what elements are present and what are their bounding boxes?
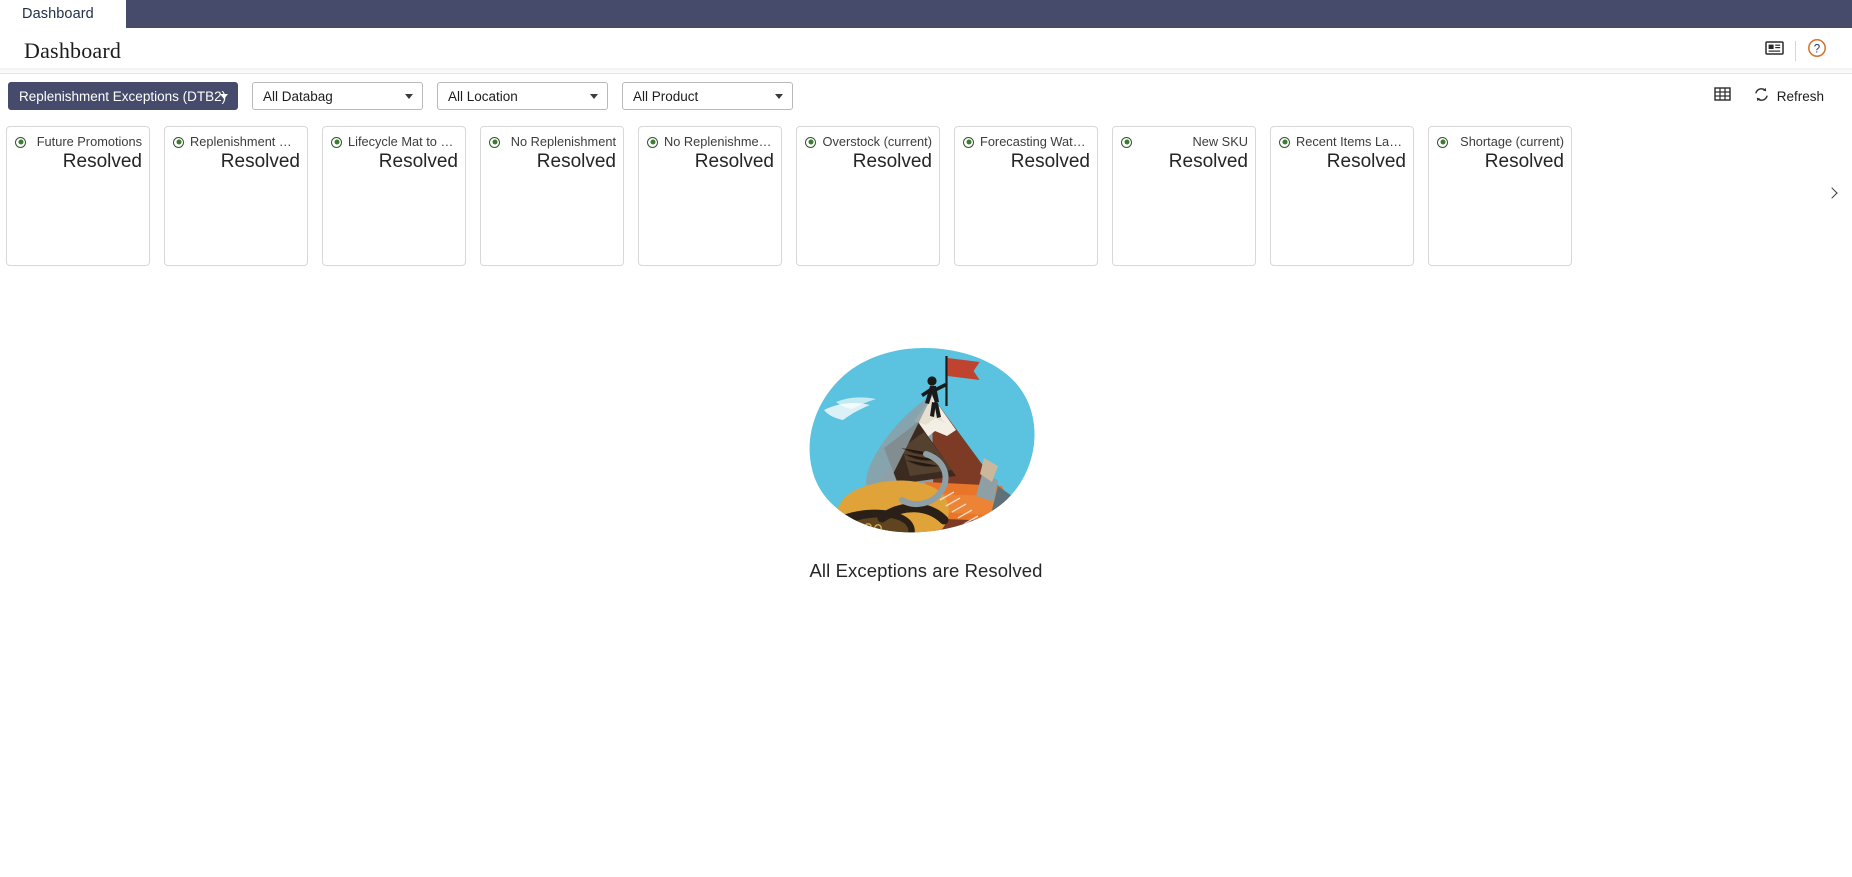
chevron-down-icon	[775, 94, 783, 99]
location-select-value: All Location	[448, 88, 518, 104]
exception-card-value: Resolved	[536, 151, 616, 172]
exception-card-header: Future Promotions	[15, 135, 142, 149]
mountain-climber-flag-illustration	[806, 336, 1046, 546]
exception-card[interactable]: No Replenishment … Resolved	[638, 126, 782, 266]
exception-card[interactable]: New SKU Resolved	[1112, 126, 1256, 266]
dashboard-select[interactable]: Replenishment Exceptions (DTB2)	[8, 82, 238, 110]
location-select[interactable]: All Location	[437, 82, 608, 110]
exception-card-header: No Replenishment	[489, 135, 616, 149]
status-resolved-icon	[805, 136, 816, 148]
exception-card[interactable]: Forecasting Watch-… Resolved	[954, 126, 1098, 266]
exception-card-value: Resolved	[1326, 151, 1406, 172]
exception-card-value: Resolved	[378, 151, 458, 172]
exception-card-header: Lifecycle Mat to EOL	[331, 135, 458, 149]
top-navigation-bar: Dashboard	[0, 0, 1852, 28]
exception-card[interactable]: Shortage (current) Resolved	[1428, 126, 1572, 266]
exception-card-header: Replenishment Wat…	[173, 135, 300, 149]
exception-card-value: Resolved	[220, 151, 300, 172]
status-resolved-icon	[1279, 136, 1290, 148]
status-resolved-icon	[1121, 136, 1132, 148]
exception-card[interactable]: Replenishment Wat… Resolved	[164, 126, 308, 266]
exception-card[interactable]: Future Promotions Resolved	[6, 126, 150, 266]
product-select-value: All Product	[633, 88, 699, 104]
status-resolved-icon	[331, 136, 342, 148]
exception-card-value: Resolved	[1484, 151, 1564, 172]
filter-toolbar-actions: Refresh	[1713, 85, 1838, 107]
exception-card-strip-container: Future Promotions Resolved Replenishment W…	[0, 118, 1852, 268]
exception-card-header: Shortage (current)	[1437, 135, 1564, 149]
page-title-bar: Dashboard ?	[0, 28, 1852, 73]
exception-card-value: Resolved	[694, 151, 774, 172]
exception-card-label: Shortage (current)	[1460, 135, 1564, 149]
chevron-down-icon	[405, 94, 413, 99]
page-title: Dashboard	[24, 37, 122, 63]
svg-text:?: ?	[1814, 43, 1820, 55]
status-resolved-icon	[15, 136, 26, 148]
news-button[interactable]	[1757, 34, 1791, 68]
empty-state: All Exceptions are Resolved	[0, 268, 1852, 877]
exception-card-strip: Future Promotions Resolved Replenishment W…	[0, 126, 1852, 268]
titlebar-divider	[1795, 40, 1796, 61]
exception-card-value: Resolved	[852, 151, 932, 172]
refresh-button[interactable]: Refresh	[1747, 85, 1830, 107]
exception-card-value: Resolved	[1010, 151, 1090, 172]
nav-tab-dashboard[interactable]: Dashboard	[0, 0, 126, 28]
chevron-right-icon	[1825, 187, 1838, 199]
exception-card[interactable]: Recent Items Launch Resolved	[1270, 126, 1414, 266]
chevron-down-icon	[220, 94, 228, 99]
status-resolved-icon	[489, 136, 500, 148]
exception-card-label: No Replenishment	[510, 135, 616, 149]
refresh-icon	[1753, 86, 1770, 106]
table-icon	[1714, 86, 1731, 107]
exception-card-label: No Replenishment …	[664, 135, 774, 149]
exception-card-label: New SKU	[1192, 135, 1248, 149]
status-resolved-icon	[963, 136, 974, 148]
table-view-button[interactable]	[1713, 86, 1733, 106]
filter-toolbar: Replenishment Exceptions (DTB2) All Data…	[0, 68, 1852, 118]
exception-card-label: Recent Items Launch	[1296, 135, 1406, 149]
status-resolved-icon	[173, 136, 184, 148]
status-resolved-icon	[647, 136, 658, 148]
product-select[interactable]: All Product	[622, 82, 793, 110]
refresh-label: Refresh	[1776, 88, 1824, 104]
help-button[interactable]: ?	[1800, 34, 1834, 68]
exception-card-value: Resolved	[62, 151, 142, 172]
exception-card-header: Forecasting Watch-…	[963, 135, 1090, 149]
dashboard-select-value: Replenishment Exceptions (DTB2)	[19, 88, 227, 104]
card-strip-next-button[interactable]	[1820, 118, 1846, 268]
status-resolved-icon	[1437, 136, 1448, 148]
exception-card-label: Replenishment Wat…	[190, 135, 300, 149]
chevron-down-icon	[590, 94, 598, 99]
databag-select-value: All Databag	[263, 88, 333, 104]
titlebar-actions: ?	[1757, 34, 1834, 68]
databag-select[interactable]: All Databag	[252, 82, 423, 110]
exception-card[interactable]: Overstock (current) Resolved	[796, 126, 940, 266]
exception-card-label: Forecasting Watch-…	[980, 135, 1090, 149]
exception-card-header: New SKU	[1121, 135, 1248, 149]
exception-card-header: Overstock (current)	[805, 135, 932, 149]
exception-card-label: Future Promotions	[36, 135, 142, 149]
empty-state-message: All Exceptions are Resolved	[809, 560, 1043, 581]
exception-card-label: Lifecycle Mat to EOL	[348, 135, 458, 149]
exception-card[interactable]: No Replenishment Resolved	[480, 126, 624, 266]
exception-card-label: Overstock (current)	[822, 135, 932, 149]
nav-tab-label: Dashboard	[22, 6, 94, 22]
help-icon: ?	[1807, 38, 1827, 63]
exception-card-value: Resolved	[1168, 151, 1248, 172]
exception-card-header: No Replenishment …	[647, 135, 774, 149]
exception-card-header: Recent Items Launch	[1279, 135, 1406, 149]
news-icon	[1764, 40, 1784, 61]
exception-card[interactable]: Lifecycle Mat to EOL Resolved	[322, 126, 466, 266]
